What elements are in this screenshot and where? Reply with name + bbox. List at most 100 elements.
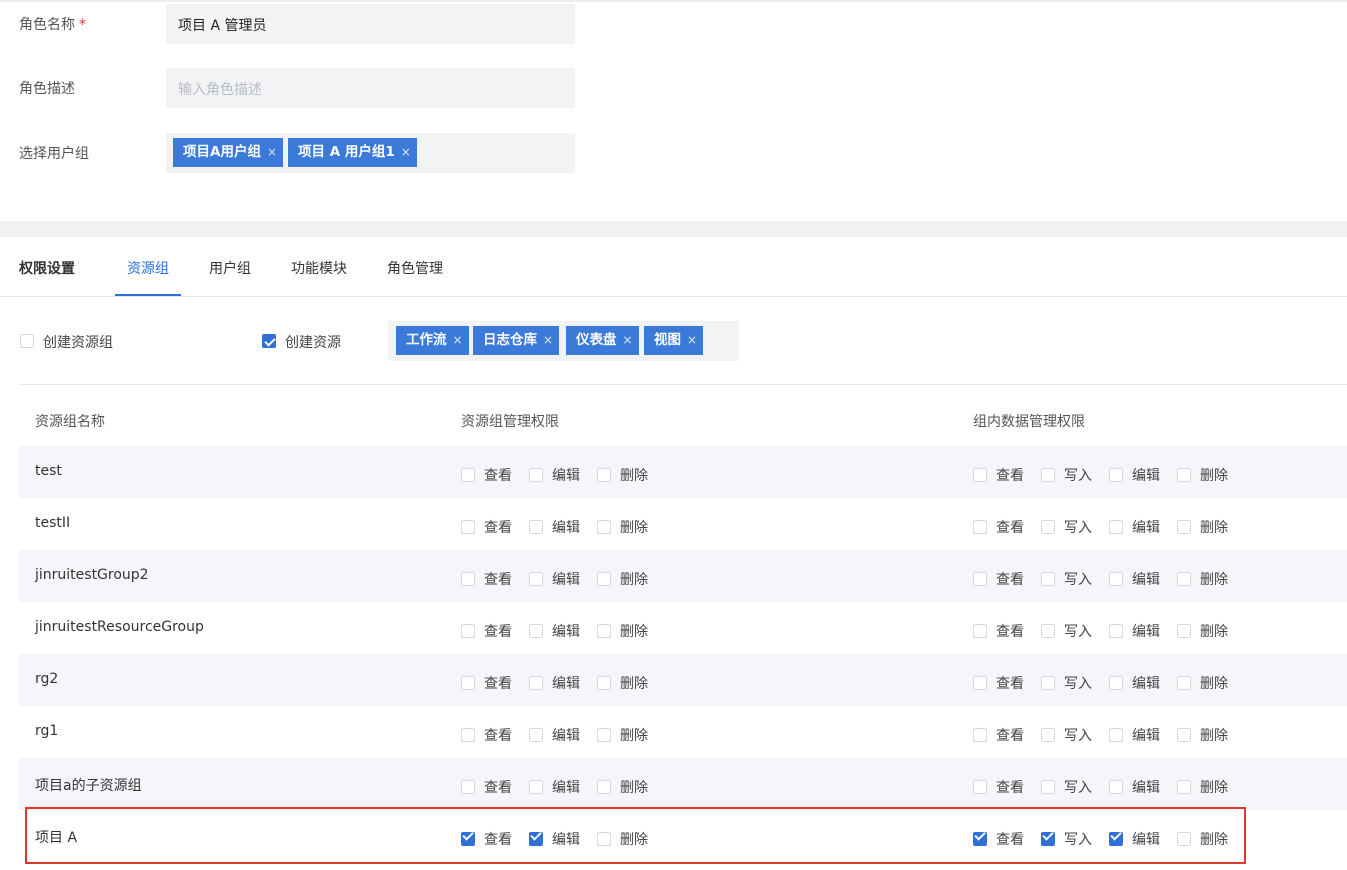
data-permission[interactable]: 编辑 bbox=[1109, 829, 1160, 849]
data-permission[interactable]: 编辑 bbox=[1109, 569, 1160, 589]
resource-type-select[interactable]: 工作流 × 日志仓库 × 仪表盘 × 视图 × bbox=[388, 321, 739, 361]
tab-resource-group[interactable]: 资源组 bbox=[127, 258, 169, 278]
group-permission[interactable]: 删除 bbox=[597, 829, 648, 849]
group-permission-checkbox[interactable] bbox=[597, 832, 611, 846]
group-permission-checkbox[interactable] bbox=[461, 520, 475, 534]
group-permission[interactable]: 删除 bbox=[597, 777, 648, 797]
group-permission-checkbox[interactable] bbox=[597, 624, 611, 638]
group-permission[interactable]: 查看 bbox=[461, 465, 512, 485]
role-name-input[interactable]: 项目 A 管理员 bbox=[166, 4, 575, 44]
data-permission-checkbox[interactable] bbox=[1177, 780, 1191, 794]
create-resource-checkbox[interactable] bbox=[262, 334, 276, 348]
group-permission[interactable]: 编辑 bbox=[529, 673, 580, 693]
group-permission-checkbox[interactable] bbox=[461, 832, 475, 846]
group-permission[interactable]: 编辑 bbox=[529, 569, 580, 589]
data-permission[interactable]: 查看 bbox=[973, 621, 1024, 641]
group-permission[interactable]: 删除 bbox=[597, 569, 648, 589]
data-permission-checkbox[interactable] bbox=[973, 728, 987, 742]
data-permission-checkbox[interactable] bbox=[1177, 728, 1191, 742]
data-permission-checkbox[interactable] bbox=[973, 468, 987, 482]
group-permission[interactable]: 编辑 bbox=[529, 621, 580, 641]
user-group-select[interactable]: 项目A用户组 × 项目 A 用户组1 × bbox=[166, 133, 575, 173]
data-permission-checkbox[interactable] bbox=[1109, 624, 1123, 638]
data-permission-checkbox[interactable] bbox=[1109, 676, 1123, 690]
data-permission[interactable]: 编辑 bbox=[1109, 673, 1160, 693]
group-permission-checkbox[interactable] bbox=[597, 468, 611, 482]
data-permission-checkbox[interactable] bbox=[973, 520, 987, 534]
data-permission[interactable]: 查看 bbox=[973, 517, 1024, 537]
group-permission-checkbox[interactable] bbox=[597, 572, 611, 586]
data-permission-checkbox[interactable] bbox=[1041, 572, 1055, 586]
data-permission[interactable]: 查看 bbox=[973, 829, 1024, 849]
group-permission[interactable]: 删除 bbox=[597, 673, 648, 693]
data-permission[interactable]: 写入 bbox=[1041, 465, 1092, 485]
data-permission[interactable]: 查看 bbox=[973, 673, 1024, 693]
group-permission-checkbox[interactable] bbox=[597, 676, 611, 690]
data-permission-checkbox[interactable] bbox=[973, 572, 987, 586]
data-permission[interactable]: 编辑 bbox=[1109, 777, 1160, 797]
group-permission[interactable]: 编辑 bbox=[529, 829, 580, 849]
group-permission[interactable]: 删除 bbox=[597, 621, 648, 641]
group-permission[interactable]: 删除 bbox=[597, 517, 648, 537]
data-permission-checkbox[interactable] bbox=[973, 676, 987, 690]
group-permission-checkbox[interactable] bbox=[529, 520, 543, 534]
close-icon[interactable]: × bbox=[623, 333, 633, 347]
group-permission[interactable]: 查看 bbox=[461, 517, 512, 537]
group-permission-checkbox[interactable] bbox=[529, 728, 543, 742]
group-permission[interactable]: 编辑 bbox=[529, 725, 580, 745]
data-permission[interactable]: 删除 bbox=[1177, 517, 1228, 537]
group-permission-checkbox[interactable] bbox=[461, 468, 475, 482]
data-permission[interactable]: 写入 bbox=[1041, 777, 1092, 797]
close-icon[interactable]: × bbox=[453, 333, 463, 347]
data-permission[interactable]: 删除 bbox=[1177, 673, 1228, 693]
group-permission[interactable]: 删除 bbox=[597, 465, 648, 485]
data-permission[interactable]: 删除 bbox=[1177, 465, 1228, 485]
close-icon[interactable]: × bbox=[267, 145, 277, 159]
data-permission[interactable]: 写入 bbox=[1041, 517, 1092, 537]
data-permission[interactable]: 写入 bbox=[1041, 569, 1092, 589]
group-permission[interactable]: 查看 bbox=[461, 569, 512, 589]
group-permission-checkbox[interactable] bbox=[597, 728, 611, 742]
data-permission-checkbox[interactable] bbox=[973, 624, 987, 638]
create-group-checkbox[interactable] bbox=[20, 334, 34, 348]
group-permission-checkbox[interactable] bbox=[461, 624, 475, 638]
group-permission-checkbox[interactable] bbox=[529, 468, 543, 482]
group-permission-checkbox[interactable] bbox=[529, 676, 543, 690]
data-permission-checkbox[interactable] bbox=[973, 780, 987, 794]
data-permission[interactable]: 查看 bbox=[973, 465, 1024, 485]
data-permission-checkbox[interactable] bbox=[1177, 832, 1191, 846]
data-permission[interactable]: 删除 bbox=[1177, 621, 1228, 641]
data-permission-checkbox[interactable] bbox=[1177, 468, 1191, 482]
data-permission[interactable]: 查看 bbox=[973, 725, 1024, 745]
group-permission-checkbox[interactable] bbox=[461, 728, 475, 742]
data-permission-checkbox[interactable] bbox=[1041, 468, 1055, 482]
data-permission[interactable]: 写入 bbox=[1041, 621, 1092, 641]
data-permission-checkbox[interactable] bbox=[1109, 520, 1123, 534]
data-permission[interactable]: 编辑 bbox=[1109, 725, 1160, 745]
data-permission-checkbox[interactable] bbox=[1109, 832, 1123, 846]
group-permission-checkbox[interactable] bbox=[461, 780, 475, 794]
data-permission-checkbox[interactable] bbox=[1177, 520, 1191, 534]
data-permission-checkbox[interactable] bbox=[1109, 468, 1123, 482]
group-permission-checkbox[interactable] bbox=[597, 780, 611, 794]
close-icon[interactable]: × bbox=[543, 333, 553, 347]
group-permission-checkbox[interactable] bbox=[461, 572, 475, 586]
data-permission-checkbox[interactable] bbox=[1177, 572, 1191, 586]
close-icon[interactable]: × bbox=[687, 333, 697, 347]
data-permission[interactable]: 写入 bbox=[1041, 725, 1092, 745]
data-permission-checkbox[interactable] bbox=[1177, 624, 1191, 638]
group-permission-checkbox[interactable] bbox=[529, 780, 543, 794]
data-permission-checkbox[interactable] bbox=[1041, 624, 1055, 638]
group-permission[interactable]: 编辑 bbox=[529, 517, 580, 537]
group-permission[interactable]: 编辑 bbox=[529, 777, 580, 797]
group-permission-checkbox[interactable] bbox=[461, 676, 475, 690]
data-permission-checkbox[interactable] bbox=[973, 832, 987, 846]
data-permission-checkbox[interactable] bbox=[1041, 832, 1055, 846]
group-permission[interactable]: 编辑 bbox=[529, 465, 580, 485]
data-permission[interactable]: 查看 bbox=[973, 777, 1024, 797]
data-permission-checkbox[interactable] bbox=[1041, 780, 1055, 794]
data-permission[interactable]: 删除 bbox=[1177, 725, 1228, 745]
role-desc-input[interactable]: 输入角色描述 bbox=[166, 68, 575, 108]
data-permission-checkbox[interactable] bbox=[1041, 728, 1055, 742]
tab-role-management[interactable]: 角色管理 bbox=[387, 258, 443, 278]
